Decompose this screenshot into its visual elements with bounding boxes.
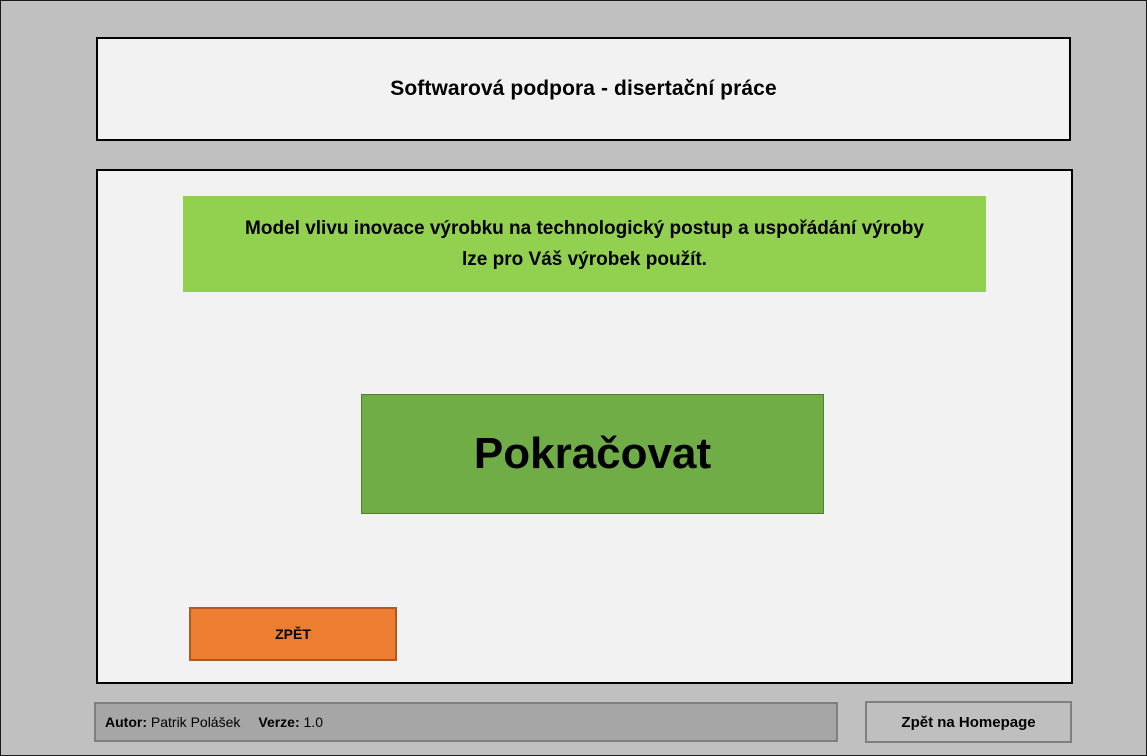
main-panel: Model vlivu inovace výrobku na technolog… — [96, 169, 1073, 684]
continue-button[interactable]: Pokračovat — [361, 394, 824, 514]
page-title: Softwarová podpora - disertační práce — [390, 77, 777, 100]
footer-info-bar: Autor: Patrik Polášek Verze: 1.0 — [94, 702, 838, 742]
continue-button-label: Pokračovat — [473, 429, 712, 478]
version-value: 1.0 — [303, 714, 323, 730]
back-to-homepage-button[interactable]: Zpět na Homepage — [865, 701, 1072, 743]
header-panel: Softwarová podpora - disertační práce — [96, 37, 1071, 141]
message-line-2: lze pro Váš výrobek použít. — [462, 249, 707, 270]
homepage-button-label: Zpět na Homepage — [901, 713, 1036, 731]
result-message-banner: Model vlivu inovace výrobku na technolog… — [183, 196, 986, 292]
app-frame: Softwarová podpora - disertační práce Mo… — [0, 0, 1147, 756]
version-key: Verze: — [258, 714, 300, 730]
back-button-label: ZPĚT — [275, 626, 311, 642]
author-value: Patrik Polášek — [150, 714, 241, 730]
message-line-1: Model vlivu inovace výrobku na technolog… — [245, 218, 924, 239]
back-button[interactable]: ZPĚT — [189, 607, 397, 661]
author-key: Autor: — [105, 714, 147, 730]
